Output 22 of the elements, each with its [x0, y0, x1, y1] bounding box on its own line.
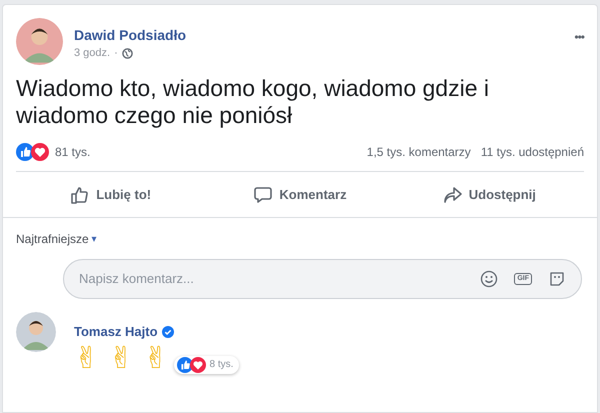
smiley-icon[interactable]	[480, 270, 498, 288]
share-arrow-icon	[442, 184, 463, 204]
love-reaction-icon	[190, 356, 206, 372]
more-options-button[interactable]: •••	[574, 28, 584, 46]
love-reaction-icon	[31, 143, 49, 161]
thumbs-up-icon	[70, 184, 90, 204]
post-action-button[interactable]: Lubię to!	[16, 176, 206, 212]
commenter-name[interactable]: Tomasz Hajto	[74, 322, 158, 342]
comment-reactions-bubble[interactable]: 8 tys.	[174, 356, 240, 374]
post-action-button[interactable]: Komentarz	[205, 176, 395, 212]
sticker-icon[interactable]	[548, 270, 566, 288]
post-text: Wiadomo kto, wiadomo kogo, wiadomo gdzie i wiadomo czego nie poniósł	[16, 75, 490, 129]
separator-dot: ·	[114, 46, 118, 61]
post-time[interactable]: 3 godz.	[74, 45, 110, 62]
comment-text: ✌ ✌ ✌	[74, 342, 168, 376]
reactions-count[interactable]: 81 tys.	[55, 143, 90, 161]
sort-dropdown[interactable]: Najtrafniejsze ▾	[16, 230, 97, 248]
author-name[interactable]: Dawid Podsiadło	[74, 27, 186, 43]
speech-bubble-icon	[253, 184, 274, 204]
comments-count[interactable]: 1,5 tys. komentarzy	[366, 143, 471, 161]
post-action-button[interactable]: Udostępnij	[394, 176, 584, 212]
shares-count[interactable]: 11 tys. udostępnień	[480, 143, 584, 161]
